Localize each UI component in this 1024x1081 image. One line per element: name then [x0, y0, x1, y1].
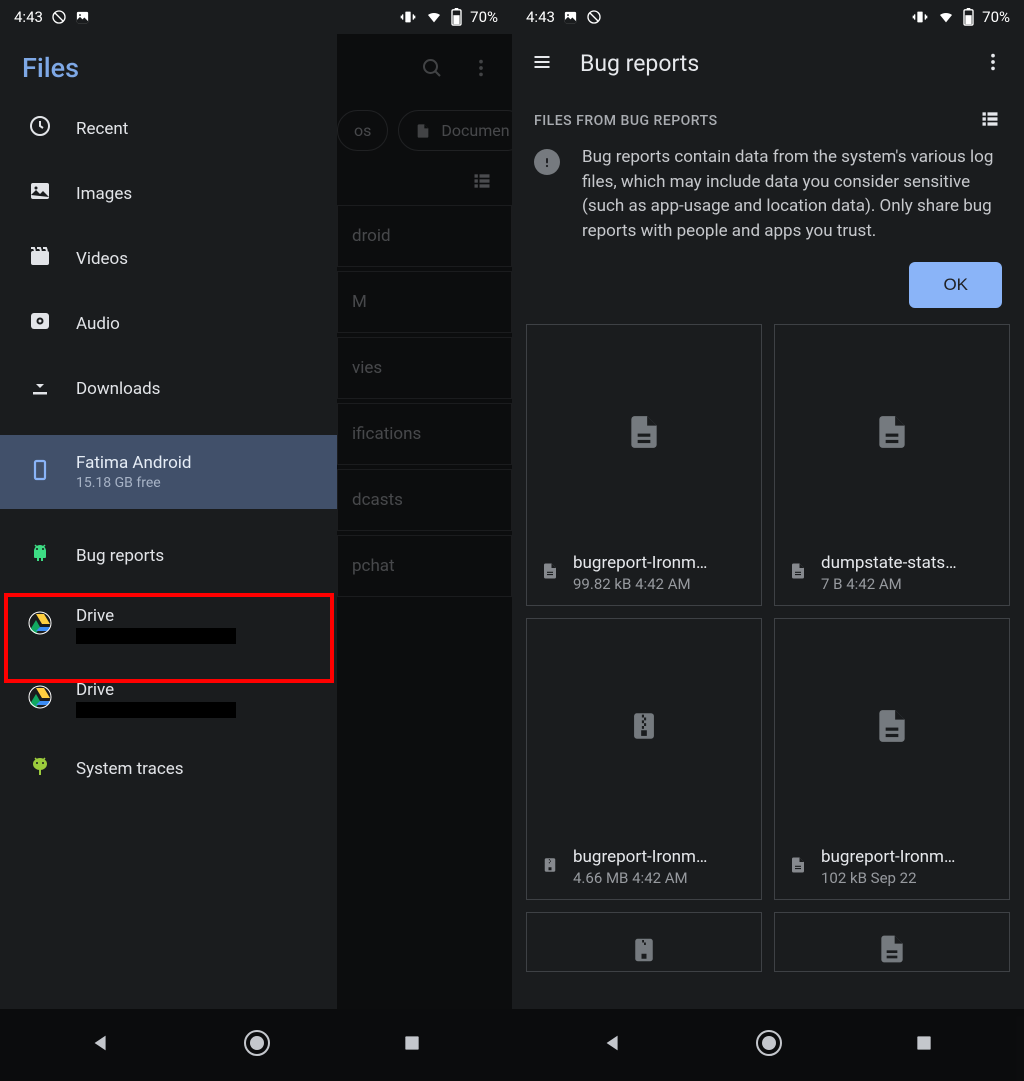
home-button[interactable] — [242, 1028, 272, 1062]
file-card[interactable]: bugreport-Ironm…102 kB Sep 22 — [774, 618, 1010, 900]
photo-icon — [75, 10, 90, 25]
sidebar-item-images[interactable]: Images — [0, 161, 337, 226]
screenshot-bug-reports: 4:43 70% Bug reports FILES FROM BUG REPO… — [512, 0, 1024, 1081]
alert-icon — [534, 149, 560, 175]
status-bar: 4:43 70% — [512, 0, 1024, 34]
file-icon — [876, 931, 908, 971]
back-button[interactable] — [602, 1032, 624, 1058]
photo-icon — [563, 10, 578, 25]
wifi-icon — [425, 9, 443, 25]
info-text: Bug reports contain data from the system… — [582, 145, 1006, 244]
phone-icon — [28, 458, 52, 487]
file-small-icon — [789, 854, 807, 880]
section-label: FILES FROM BUG REPORTS — [534, 113, 718, 129]
battery-percent: 70% — [982, 8, 1010, 26]
vibrate-icon — [399, 9, 417, 25]
vibrate-icon — [911, 9, 929, 25]
file-icon — [873, 410, 911, 458]
battery-icon — [963, 8, 974, 26]
sidebar-item-audio[interactable]: Audio — [0, 291, 337, 356]
sidebar-item-bug-reports[interactable]: Bug reports — [0, 523, 337, 588]
sidebar-item-downloads[interactable]: Downloads — [0, 356, 337, 421]
status-time: 4:43 — [526, 8, 555, 26]
page-title: Bug reports — [580, 50, 956, 77]
redacted — [76, 702, 236, 718]
file-small-icon — [541, 560, 559, 586]
home-button[interactable] — [754, 1028, 784, 1062]
back-button[interactable] — [90, 1032, 112, 1058]
files-main-behind: os Documen droid M vies ifications dcast… — [337, 34, 512, 1009]
dnd-icon — [51, 9, 67, 25]
audio-icon — [28, 309, 52, 338]
recents-button[interactable] — [402, 1033, 422, 1057]
android-icon — [28, 541, 52, 570]
zip-icon — [627, 706, 661, 750]
nav-drawer: Files Recent Images Videos Audio Downloa… — [0, 34, 337, 1009]
ok-button[interactable]: OK — [909, 262, 1002, 308]
sidebar-item-drive[interactable]: Drive — [0, 588, 337, 662]
file-icon — [625, 410, 663, 458]
info-banner: Bug reports contain data from the system… — [512, 145, 1024, 254]
status-bar: 4:43 70% — [0, 0, 512, 34]
redacted — [76, 628, 236, 644]
drawer-title: Files — [0, 34, 337, 96]
wifi-icon — [937, 9, 955, 25]
system-nav-bar — [512, 1009, 1024, 1081]
screenshot-drawer: 4:43 70% os Documen droid M vies ificati… — [0, 0, 512, 1081]
status-time: 4:43 — [14, 8, 43, 26]
file-card[interactable]: bugreport-Ironm…4.66 MB 4:42 AM — [526, 618, 762, 900]
battery-icon — [451, 8, 462, 26]
sidebar-item-system-traces[interactable]: System traces — [0, 736, 337, 801]
sidebar-item-recent[interactable]: Recent — [0, 96, 337, 161]
hamburger-icon[interactable] — [530, 52, 554, 76]
app-bar: Bug reports — [512, 34, 1024, 93]
sidebar-item-device[interactable]: Fatima Android 15.18 GB free — [0, 435, 337, 509]
download-icon — [28, 374, 52, 403]
system-nav-bar — [0, 1009, 512, 1081]
image-icon — [28, 179, 52, 208]
drive-icon — [28, 685, 52, 714]
list-view-icon[interactable] — [978, 109, 1002, 133]
battery-percent: 70% — [470, 8, 498, 26]
sidebar-item-videos[interactable]: Videos — [0, 226, 337, 291]
file-card[interactable]: dumpstate-stats…7 B 4:42 AM — [774, 324, 1010, 606]
dnd-icon — [586, 9, 602, 25]
file-icon — [873, 704, 911, 752]
file-card[interactable]: bugreport-Ironm…99.82 kB 4:42 AM — [526, 324, 762, 606]
file-card-partial[interactable] — [526, 912, 762, 972]
more-icon[interactable] — [982, 51, 1004, 77]
sidebar-item-drive[interactable]: Drive — [0, 662, 337, 736]
drive-icon — [28, 611, 52, 640]
android-head-icon — [28, 754, 52, 783]
file-card-partial[interactable] — [774, 912, 1010, 972]
zip-small-icon — [541, 854, 559, 880]
recents-button[interactable] — [914, 1033, 934, 1057]
zip-icon — [629, 933, 659, 971]
video-icon — [28, 244, 52, 273]
clock-icon — [28, 114, 52, 143]
file-small-icon — [789, 560, 807, 586]
